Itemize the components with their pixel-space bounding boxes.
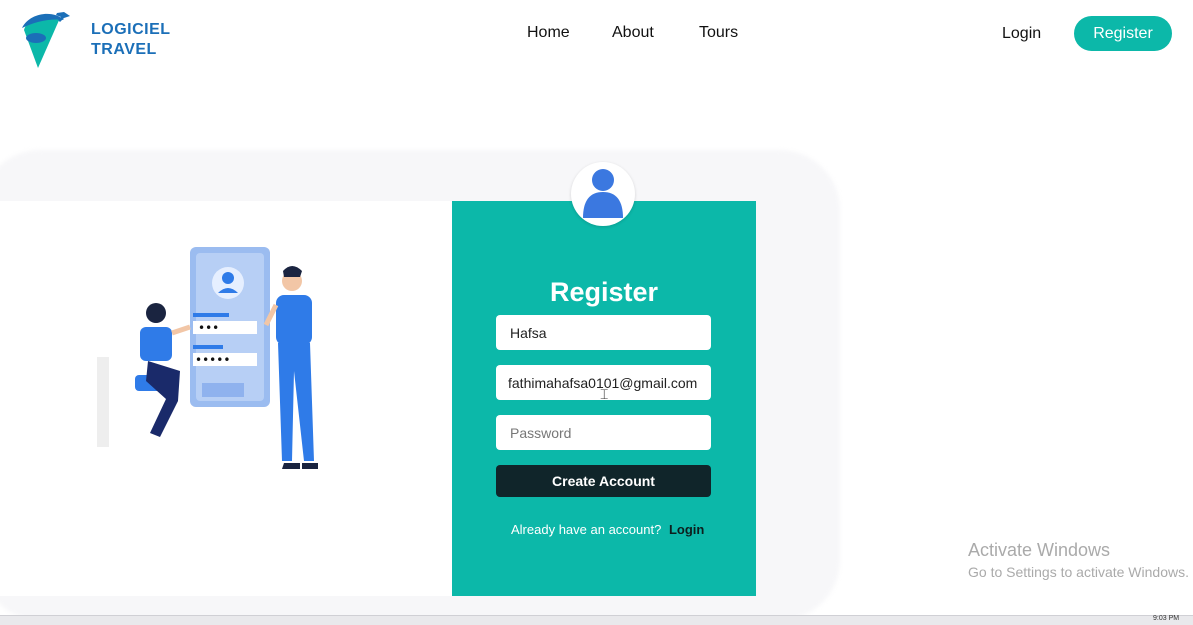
- nav-about[interactable]: About: [612, 24, 654, 42]
- brand-line2: TRAVEL: [91, 41, 157, 58]
- create-account-button[interactable]: Create Account: [496, 465, 711, 497]
- logo-plane-icon: [22, 12, 70, 68]
- name-field[interactable]: Hafsa: [496, 315, 711, 350]
- password-field[interactable]: Password: [496, 415, 711, 450]
- form-login-link[interactable]: Login: [669, 522, 704, 537]
- brand-logo[interactable]: LOGICIEL TRAVEL: [20, 8, 170, 70]
- form-title: Register: [549, 277, 659, 307]
- already-account-row: Already have an account? Login: [511, 522, 704, 537]
- taskbar-clock: 9:03 PM: [1153, 615, 1180, 622]
- activate-windows-subtitle: Go to Settings to activate Windows.: [968, 564, 1189, 580]
- nav-home[interactable]: Home: [527, 24, 570, 42]
- text-cursor-icon: ⌶: [600, 386, 609, 402]
- brand-line1: LOGICIEL: [91, 21, 171, 38]
- header-register-button[interactable]: Register: [1074, 16, 1172, 51]
- svg-text:•••••: •••••: [195, 353, 230, 367]
- avatar: [571, 162, 635, 226]
- illustration-panel: ••• •••••: [0, 201, 452, 596]
- already-account-text: Already have an account?: [511, 522, 662, 537]
- svg-text:•••: •••: [198, 321, 219, 335]
- nav-tours[interactable]: Tours: [699, 24, 738, 42]
- user-avatar-icon: [583, 169, 623, 218]
- register-illustration: ••• •••••: [97, 247, 318, 469]
- activate-windows-title: Activate Windows: [968, 540, 1111, 560]
- header-login-link[interactable]: Login: [1002, 25, 1041, 43]
